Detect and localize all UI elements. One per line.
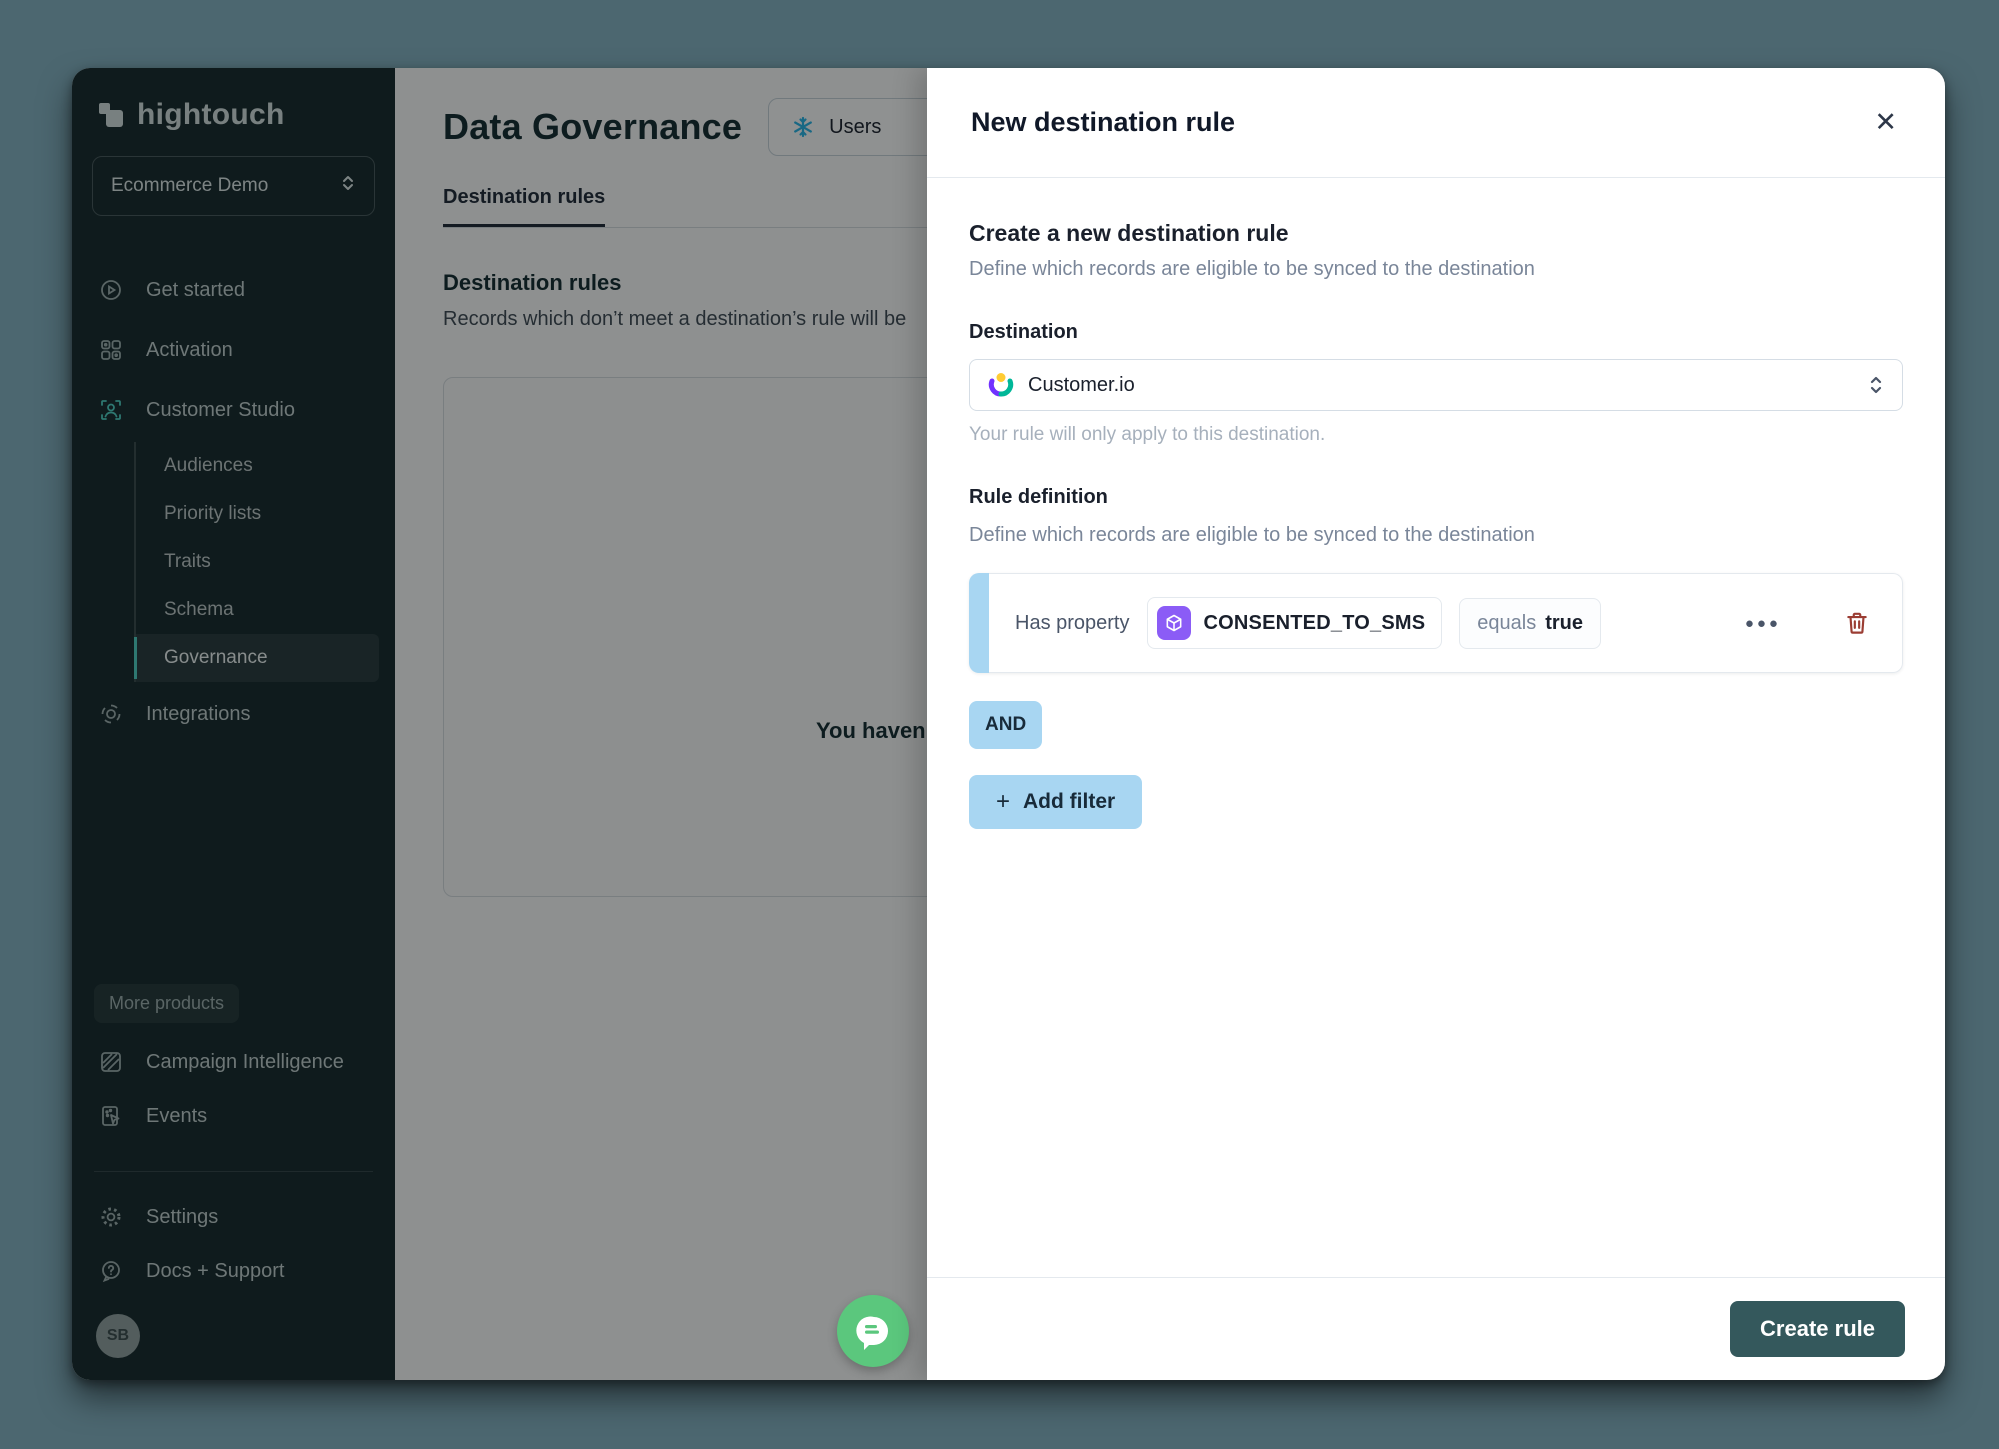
- form-title: Create a new destination rule: [969, 220, 1903, 247]
- trash-icon[interactable]: [1838, 609, 1876, 637]
- property-cube-icon: [1157, 606, 1191, 640]
- new-destination-rule-drawer: New destination rule ✕ Create a new dest…: [927, 68, 1945, 1380]
- operator-label: equals: [1477, 612, 1536, 635]
- drawer-title: New destination rule: [971, 107, 1235, 138]
- app-window: hightouch Ecommerce Demo Ge: [72, 68, 1945, 1380]
- rule-definition-description: Define which records are eligible to be …: [969, 524, 1903, 547]
- destination-label: Destination: [969, 321, 1903, 344]
- rule-condition-content: Has property CONSENTED_TO_SMS: [989, 573, 1903, 673]
- drawer-body: Create a new destination rule Define whi…: [927, 178, 1945, 1277]
- add-filter-button[interactable]: + Add filter: [969, 775, 1142, 829]
- rule-definition-label: Rule definition: [969, 486, 1903, 509]
- plus-icon: +: [996, 790, 1010, 814]
- close-icon[interactable]: ✕: [1870, 105, 1901, 140]
- drawer-footer: Create rule: [927, 1277, 1945, 1380]
- create-rule-button[interactable]: Create rule: [1730, 1301, 1905, 1357]
- add-filter-label: Add filter: [1023, 790, 1115, 814]
- property-chip[interactable]: CONSENTED_TO_SMS: [1147, 597, 1443, 649]
- drawer-header: New destination rule ✕: [927, 68, 1945, 178]
- more-options-icon[interactable]: ●●●: [1739, 614, 1787, 633]
- and-operator-chip[interactable]: AND: [969, 701, 1042, 749]
- operator-chip[interactable]: equals true: [1459, 598, 1601, 649]
- property-name: CONSENTED_TO_SMS: [1204, 612, 1426, 635]
- destination-help-text: Your rule will only apply to this destin…: [969, 424, 1903, 446]
- customerio-logo-icon: [988, 372, 1014, 398]
- chevron-up-down-icon: [1868, 374, 1884, 396]
- operator-value: true: [1545, 612, 1583, 635]
- destination-value: Customer.io: [1028, 374, 1135, 397]
- destination-select[interactable]: Customer.io: [969, 359, 1903, 411]
- form-description: Define which records are eligible to be …: [969, 258, 1903, 281]
- rule-condition-row: Has property CONSENTED_TO_SMS: [969, 573, 1903, 673]
- condition-prefix: Has property: [1015, 612, 1130, 635]
- screen: hightouch Ecommerce Demo Ge: [0, 0, 1999, 1449]
- rule-accent-bar: [969, 573, 989, 673]
- chat-bubble-icon: [853, 1311, 893, 1351]
- chat-launcher-button[interactable]: [837, 1295, 909, 1367]
